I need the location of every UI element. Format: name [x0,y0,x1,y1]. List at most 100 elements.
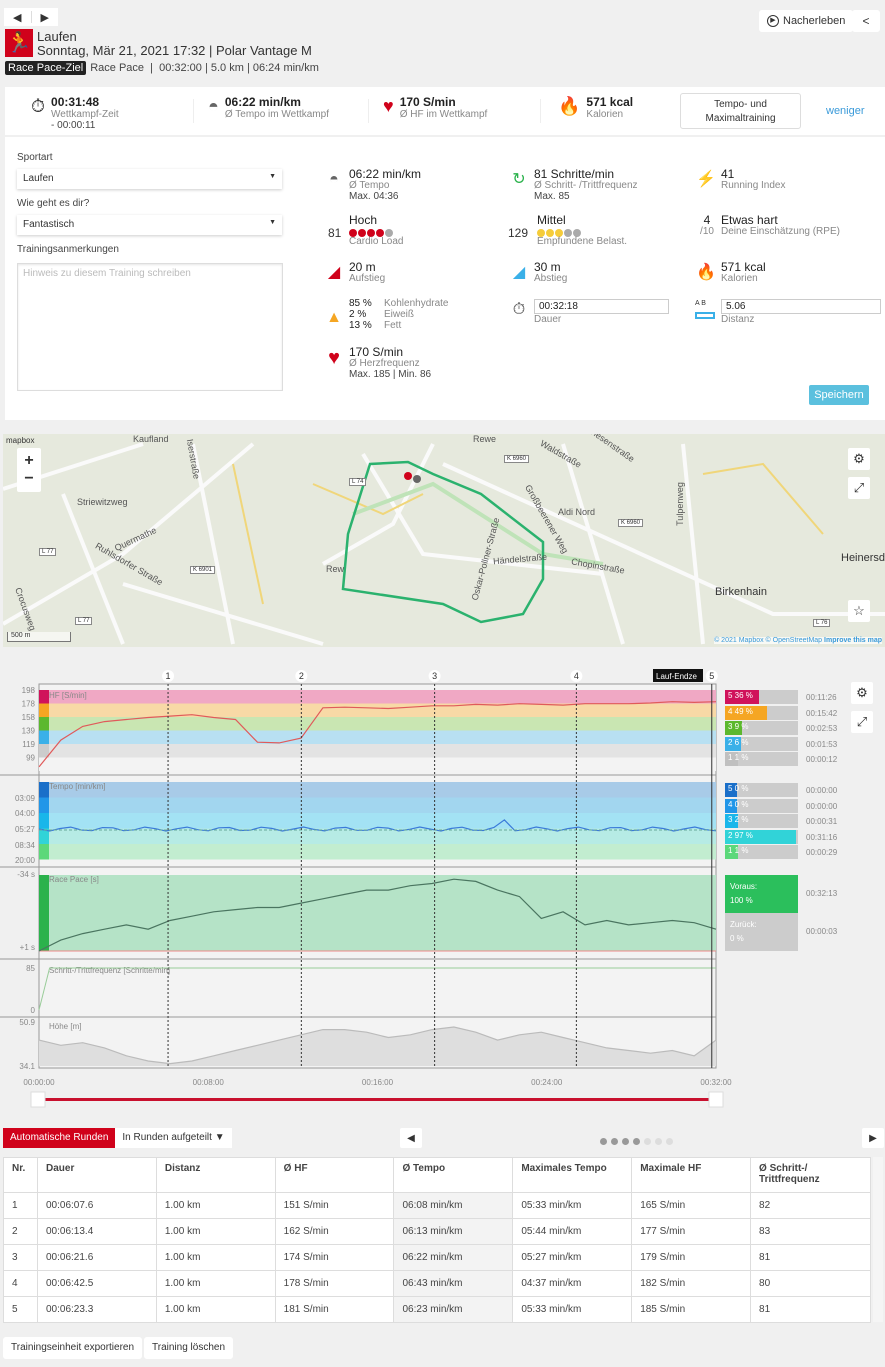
table-cell: 05:33 min/km [512,1296,633,1323]
share-button[interactable]: < [852,10,880,32]
race-pace-time: 00:00:03 [806,927,838,936]
cadence-icon: ↻ [512,171,526,188]
table-scrollbar[interactable] [873,1157,883,1322]
table-row[interactable]: 1 00:06:07.6 1.00 km 151 S/min 06:08 min/km 0… [3,1192,871,1219]
pace-zone-row-label: 1 1 % [728,846,749,855]
table-cell: 06:43 min/km [393,1270,514,1297]
column-header[interactable]: Ø Tempo [393,1157,514,1193]
laps-next-button[interactable]: ▶ [862,1128,884,1148]
map-favorite-button[interactable]: ☆ [848,600,870,622]
replay-button[interactable]: ▶ Nacherleben [759,10,854,32]
duration-input[interactable] [534,299,669,314]
table-row[interactable]: 5 00:06:23.3 1.00 km 181 S/min 06:23 min/km 0… [3,1296,871,1323]
tempo-zone-marker [39,782,49,798]
table-row[interactable]: 3 00:06:21.6 1.00 km 174 S/min 06:22 min/km 0… [3,1244,871,1271]
column-header[interactable]: Maximales Tempo [512,1157,633,1193]
running-index-value: 41 [721,167,735,181]
column-header[interactable]: Maximale HF [631,1157,752,1193]
caret-down-icon: ▼ [214,1132,225,1143]
race-pace-ahead: Voraus: 100 % [725,875,798,913]
table-cell: 151 S/min [274,1192,395,1219]
flame-icon: 🔥 [696,264,716,281]
y-tick-label: 85 [26,964,35,973]
panel-title: Schritt-/Trittfrequenz [Schritte/min] [49,966,170,975]
map-settings-button[interactable]: ⚙ [848,448,870,470]
distance-input[interactable] [721,299,881,314]
pager-dot[interactable] [611,1138,618,1145]
chart-settings-button[interactable]: ⚙ [851,682,873,704]
play-circle-icon: ▶ [767,15,779,27]
training-benefit-badge[interactable]: Tempo- und Maximaltraining [680,93,801,129]
y-tick-label: 20:00 [15,856,36,865]
pace-zone-row-time: 00:31:16 [806,832,838,842]
table-cell: 162 S/min [274,1218,395,1245]
zoom-out-button[interactable]: − [24,470,33,488]
route-map[interactable]: + − mapbox Kaufland Striewitzweg Quermat… [3,434,885,647]
table-cell: 174 S/min [274,1244,395,1271]
gear-icon: ⚙ [853,451,865,466]
delete-training-button[interactable]: Training löschen [144,1337,234,1359]
column-header[interactable]: Ø Schritt-/ Trittfrequenz [750,1157,871,1193]
hr-zone-row-label: 1 1 % [728,753,749,762]
pager-dot[interactable] [666,1138,673,1145]
next-workout-button[interactable]: ▶ [32,11,59,24]
y-tick-label: 178 [22,700,36,709]
caret-down-icon: ▼ [269,173,276,180]
hr-zone-row: 4 49 % [725,705,798,720]
hr-zone-row-time: 00:02:53 [806,724,838,733]
y-tick-label: 139 [22,727,36,736]
column-header[interactable]: Nr. [3,1157,38,1193]
tempo-label: Ø Tempo im Wettkampf [224,109,329,120]
pace-zone-row-label: 3 2 % [728,815,749,824]
feeling-label: Wie geht es dir? [17,198,90,209]
pager-dot[interactable] [622,1138,629,1145]
pager-dot[interactable] [655,1138,662,1145]
y-tick-label: +1 s [20,943,35,952]
table-cell: 81 [750,1296,871,1323]
save-button[interactable]: Speichern [809,385,869,405]
tab-split-laps-dropdown[interactable]: In Runden aufgeteilt ▼ [115,1128,232,1148]
pager-dot[interactable] [600,1138,607,1145]
running-index-label: Running Index [721,180,786,191]
stat-distance: A B Distanz [695,298,881,325]
chart-fullscreen-button[interactable]: ⤢ [851,711,873,733]
tab-automatic-laps[interactable]: Automatische Runden [3,1128,116,1148]
summary-race-time: ⏱ 00:31:48 Wettkampf-Zeit - 00:00:11 [31,95,119,131]
column-header[interactable]: Dauer [36,1157,157,1193]
laps-prev-button[interactable]: ◀ [400,1128,422,1148]
x-tick-label: 00:24:00 [531,1078,563,1087]
improve-map-link[interactable]: Improve this map [824,637,882,644]
ascent-icon: ◢ [327,264,341,281]
column-header[interactable]: Ø HF [274,1157,395,1193]
share-icon: < [862,14,870,28]
prev-workout-button[interactable]: ◀ [4,11,31,24]
notes-textarea[interactable]: Hinweis zu diesem Training schreiben [17,263,283,391]
table-row[interactable]: 4 00:06:42.5 1.00 km 178 S/min 06:43 min/km 0… [3,1270,871,1297]
map-attribution: © 2021 Mapbox © OpenStreetMap Improve th… [714,637,882,644]
zoom-in-button[interactable]: + [24,452,33,470]
map-fullscreen-button[interactable]: ⤢ [848,477,870,499]
stat-tempo: ◓ 06:22 min/km Ø Tempo Max. 04:36 [323,168,421,202]
y-tick-label: 99 [26,754,35,763]
race-time-label: Wettkampf-Zeit [51,109,119,120]
hr-zone-row-time: 00:15:42 [806,708,838,718]
table-row[interactable]: 2 00:06:13.4 1.00 km 162 S/min 06:13 min/km 0… [3,1218,871,1245]
column-header[interactable]: Distanz [155,1157,276,1193]
pager-dot[interactable] [644,1138,651,1145]
pager-dot[interactable] [633,1138,640,1145]
lap-marker-label: 4 [574,671,579,681]
hr-value: 170 S/min [399,95,456,109]
hr-zone-row: 5 36 % [725,690,798,704]
rpe-label: Deine Einschätzung (RPE) [721,226,840,237]
hr-zone-row-label: 5 36 % [728,691,753,700]
fuel-row: 13 % Fett [349,320,402,331]
hr-zone-row: 3 9 % [725,721,798,735]
sport-select[interactable]: Laufen ▼ [17,169,282,189]
table-cell: 83 [750,1218,871,1245]
star-icon: ☆ [853,603,865,618]
export-training-button[interactable]: Trainingseinheit exportieren [3,1337,143,1359]
less-toggle-link[interactable]: weniger [826,105,865,117]
feeling-select[interactable]: Fantastisch ▼ [17,215,282,235]
table-cell: 06:08 min/km [393,1192,514,1219]
table-cell: 04:37 min/km [512,1270,633,1297]
